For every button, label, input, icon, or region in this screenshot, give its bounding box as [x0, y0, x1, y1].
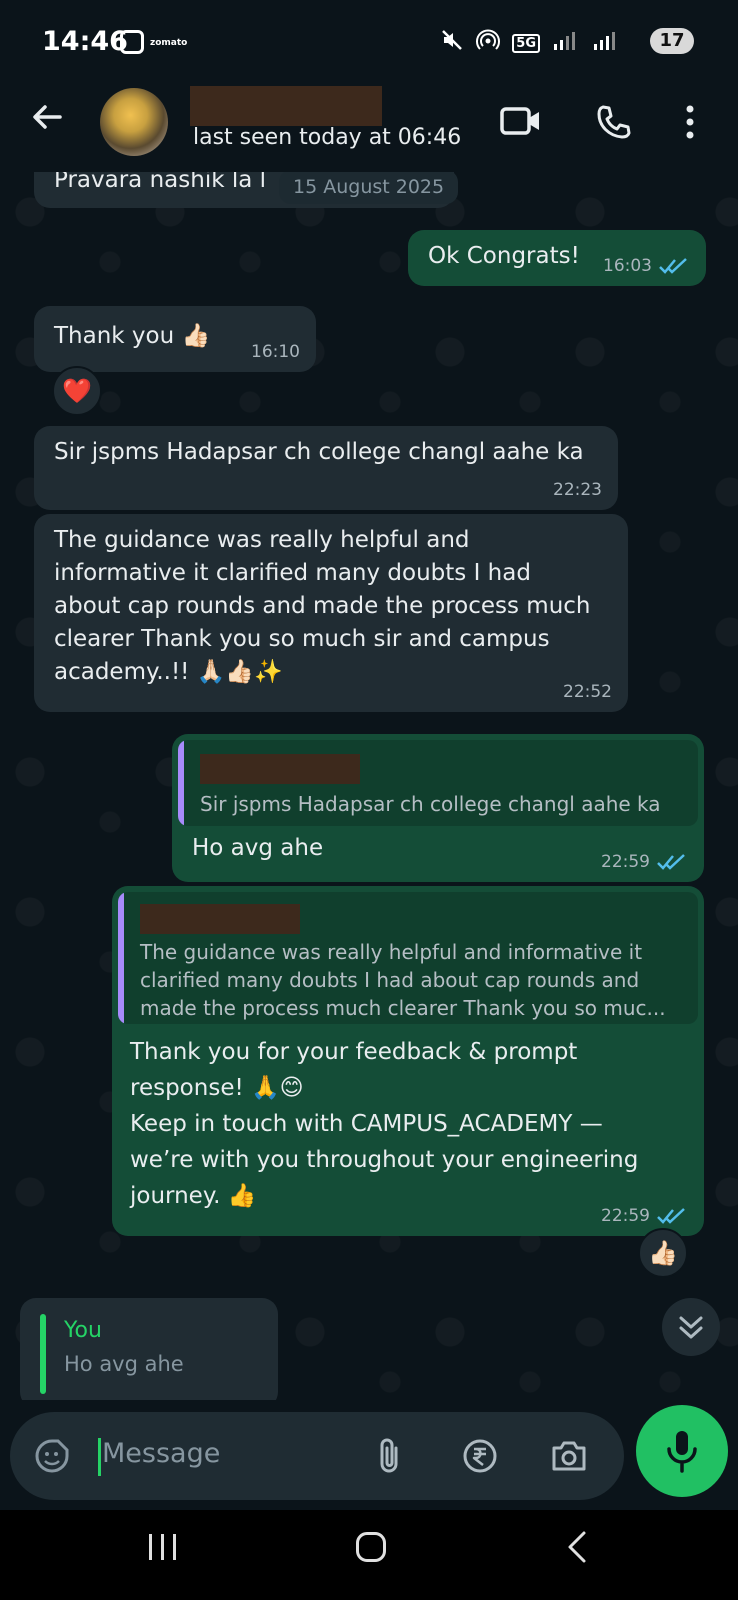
message-meta: 16:10 — [251, 342, 300, 362]
quoted-message[interactable]: Sir jspms Hadapsar ch college changl aah… — [178, 740, 698, 826]
contact-avatar[interactable] — [100, 88, 168, 156]
last-seen-status[interactable]: last seen today at 06:46 — [193, 125, 461, 150]
read-receipt-icon — [657, 854, 685, 870]
message-meta: 22:52 — [563, 682, 612, 702]
status-icons: 5G — [440, 28, 680, 58]
input-bar: Message — [0, 1400, 738, 1510]
chat-header: last seen today at 06:46 — [0, 80, 738, 172]
quote-accent-bar — [178, 740, 184, 826]
zomato-notification-icon: zomato — [150, 38, 188, 48]
voice-message-button[interactable] — [636, 1405, 728, 1497]
quote-accent-bar — [40, 1314, 46, 1394]
scroll-to-bottom-button[interactable] — [662, 1298, 720, 1356]
message-bubble-outgoing-reply[interactable]: Sir jspms Hadapsar ch college changl aah… — [172, 734, 704, 882]
quoted-message[interactable]: The guidance was really helpful and info… — [118, 892, 698, 1024]
mute-icon — [440, 28, 464, 58]
read-receipt-icon — [659, 258, 687, 274]
hotspot-icon — [476, 28, 501, 58]
message-bubble-incoming[interactable]: Thank you 👍🏻 16:10 — [34, 306, 316, 372]
message-text: Thank you for your feedback & prompt res… — [130, 1039, 639, 1209]
status-bar: 14:46 zomato 5G 17 — [0, 0, 738, 80]
more-options-icon[interactable] — [684, 104, 696, 140]
chevrons-down-icon — [679, 1316, 703, 1339]
message-text: The guidance was really helpful and info… — [54, 527, 591, 685]
message-bubble-partial[interactable]: You Ho avg ahe — [20, 1298, 278, 1400]
chat-area[interactable]: Pravara nashik la l 15 August 2025 Ok Co… — [0, 172, 738, 1400]
message-text: Thank you 👍🏻 — [54, 323, 211, 349]
quote-text: Sir jspms Hadapsar ch college changl aah… — [200, 792, 661, 816]
message-text: Pravara nashik la l — [54, 172, 267, 193]
home-icon[interactable] — [356, 1532, 386, 1562]
system-navigation-bar — [0, 1510, 738, 1600]
message-time: 16:10 — [251, 342, 300, 362]
message-meta: 22:59 — [601, 852, 688, 872]
message-meta: 16:03 — [603, 256, 690, 276]
microphone-icon — [667, 1431, 697, 1473]
date-chip: 15 August 2025 — [279, 172, 459, 204]
quote-author-redacted — [200, 754, 360, 784]
video-call-icon[interactable] — [500, 106, 542, 136]
message-input[interactable]: Message — [102, 1438, 220, 1469]
voice-call-icon[interactable] — [595, 104, 631, 140]
quote-text: The guidance was really helpful and info… — [140, 940, 666, 1020]
reaction-heart[interactable]: ❤️ — [52, 366, 102, 416]
sticker-emoji-icon[interactable] — [34, 1438, 70, 1474]
signal-icon — [552, 29, 580, 57]
message-time: 22:52 — [563, 682, 612, 702]
quote-accent-bar — [118, 892, 124, 1024]
message-time: 16:03 — [603, 256, 652, 276]
message-input-container[interactable]: Message — [10, 1412, 624, 1500]
signal-icon-2 — [592, 29, 620, 57]
battery-indicator: 17 — [650, 28, 694, 54]
back-arrow-icon[interactable] — [30, 100, 64, 134]
message-bubble-incoming[interactable]: Sir jspms Hadapsar ch college changl aah… — [34, 426, 618, 510]
message-bubble-incoming[interactable]: The guidance was really helpful and info… — [34, 514, 628, 712]
status-time: 14:46 — [42, 26, 128, 57]
payment-rupee-icon[interactable] — [462, 1438, 498, 1474]
screenshot-icon — [120, 30, 144, 54]
quote-text: Ho avg ahe — [64, 1352, 184, 1376]
quote-author-redacted — [140, 904, 300, 934]
text-cursor — [98, 1438, 101, 1476]
message-time: 22:59 — [601, 1206, 650, 1226]
message-bubble-outgoing[interactable]: Ok Congrats! 16:03 — [408, 230, 706, 286]
message-text: Ok Congrats! — [428, 243, 580, 269]
message-text: Sir jspms Hadapsar ch college changl aah… — [54, 439, 584, 465]
contact-name-redacted[interactable] — [190, 86, 382, 126]
camera-icon[interactable] — [550, 1440, 588, 1472]
read-receipt-icon — [657, 1208, 685, 1224]
recent-apps-icon[interactable] — [146, 1532, 180, 1562]
message-meta: 22:23 — [553, 480, 602, 500]
nav-back-icon[interactable] — [566, 1530, 588, 1564]
message-meta: 22:59 — [601, 1206, 688, 1226]
attach-icon[interactable] — [374, 1436, 404, 1476]
message-time: 22:59 — [601, 852, 650, 872]
message-text: Ho avg ahe — [192, 835, 324, 861]
quote-author: You — [64, 1318, 102, 1343]
message-time: 22:23 — [553, 480, 602, 500]
reaction-thumbs-up[interactable]: 👍🏻 — [638, 1228, 688, 1278]
network-5g-icon: 5G — [512, 33, 540, 53]
message-bubble-outgoing-reply[interactable]: The guidance was really helpful and info… — [112, 886, 704, 1236]
